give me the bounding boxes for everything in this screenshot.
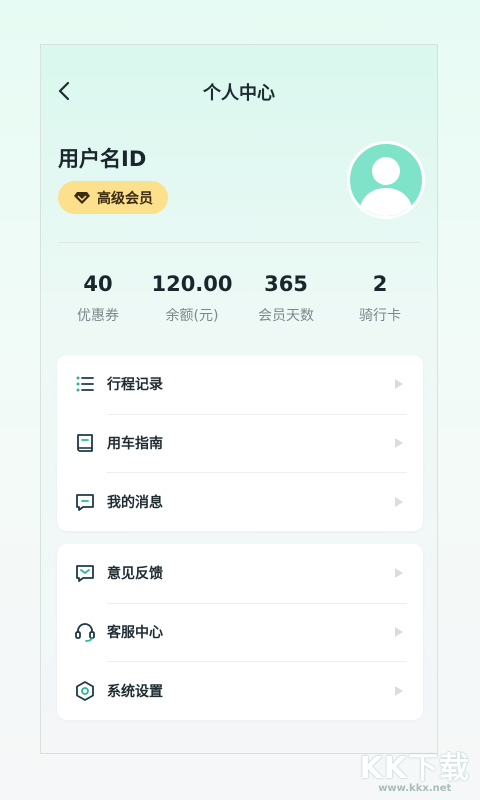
chevron-right-icon [395, 379, 403, 390]
menu-item-label: 系统设置 [107, 683, 163, 700]
chevron-right-icon [395, 496, 403, 507]
chevron-right-icon [395, 568, 403, 579]
stat-label: 会员天数 [258, 308, 314, 324]
stat-value: 2 [372, 272, 388, 296]
message-icon [76, 493, 94, 511]
list-icon [76, 376, 94, 392]
stat-label: 优惠券 [77, 308, 119, 324]
chevron-right-icon [395, 627, 403, 638]
divider [58, 242, 421, 243]
menu-item-label: 用车指南 [107, 436, 163, 453]
chevron-right-icon [395, 438, 403, 449]
menu-item-label: 客服中心 [107, 625, 163, 642]
menu-item-my-messages[interactable]: 我的消息 [57, 472, 423, 531]
menu-card-primary: 行程记录 用车指南 我的消息 [57, 355, 423, 531]
menu-item-label: 行程记录 [107, 377, 163, 394]
avatar[interactable] [347, 141, 425, 219]
stat-balance[interactable]: 120.00 余额(元) [145, 271, 239, 325]
book-icon [77, 434, 93, 452]
stat-label: 余额(元) [165, 308, 219, 324]
watermark-text: KK下载 [359, 751, 470, 786]
membership-badge: 高级会员 [58, 181, 168, 214]
watermark: KK下载 www.kkx.net [360, 743, 471, 794]
stat-value: 365 [264, 272, 308, 296]
chevron-right-icon [395, 685, 403, 696]
menu-item-feedback[interactable]: 意见反馈 [57, 544, 423, 603]
menu-item-trip-records[interactable]: 行程记录 [57, 355, 423, 414]
stat-label: 骑行卡 [359, 308, 401, 324]
top-bar: 个人中心 [41, 73, 437, 109]
stat-member-days[interactable]: 365 会员天数 [239, 271, 333, 325]
menu-item-label: 我的消息 [107, 494, 163, 511]
menu-item-label: 意见反馈 [107, 566, 163, 583]
page-title: 个人中心 [203, 83, 275, 104]
profile-screen: 个人中心 用户名ID 高级会员 40 优惠券 120.00 余额(元) 365 … [40, 44, 438, 754]
settings-icon [76, 680, 94, 701]
stat-value: 40 [83, 272, 113, 296]
user-silhouette-icon [358, 157, 414, 216]
menu-card-secondary: 意见反馈 客服中心 系统设置 [57, 544, 423, 720]
stat-value: 120.00 [151, 272, 233, 296]
menu-item-customer-service[interactable]: 客服中心 [57, 602, 423, 662]
diamond-icon [74, 191, 90, 204]
menu-item-settings[interactable]: 系统设置 [57, 661, 423, 720]
stats-bar: 40 优惠券 120.00 余额(元) 365 会员天数 2 骑行卡 [51, 271, 427, 325]
menu-item-usage-guide[interactable]: 用车指南 [57, 413, 423, 473]
stat-ride-cards[interactable]: 2 骑行卡 [333, 271, 427, 325]
stat-coupons[interactable]: 40 优惠券 [51, 271, 145, 325]
badge-label: 高级会员 [97, 190, 153, 207]
feedback-icon [76, 565, 94, 583]
headset-icon [75, 623, 95, 642]
username: 用户名ID [58, 147, 147, 171]
